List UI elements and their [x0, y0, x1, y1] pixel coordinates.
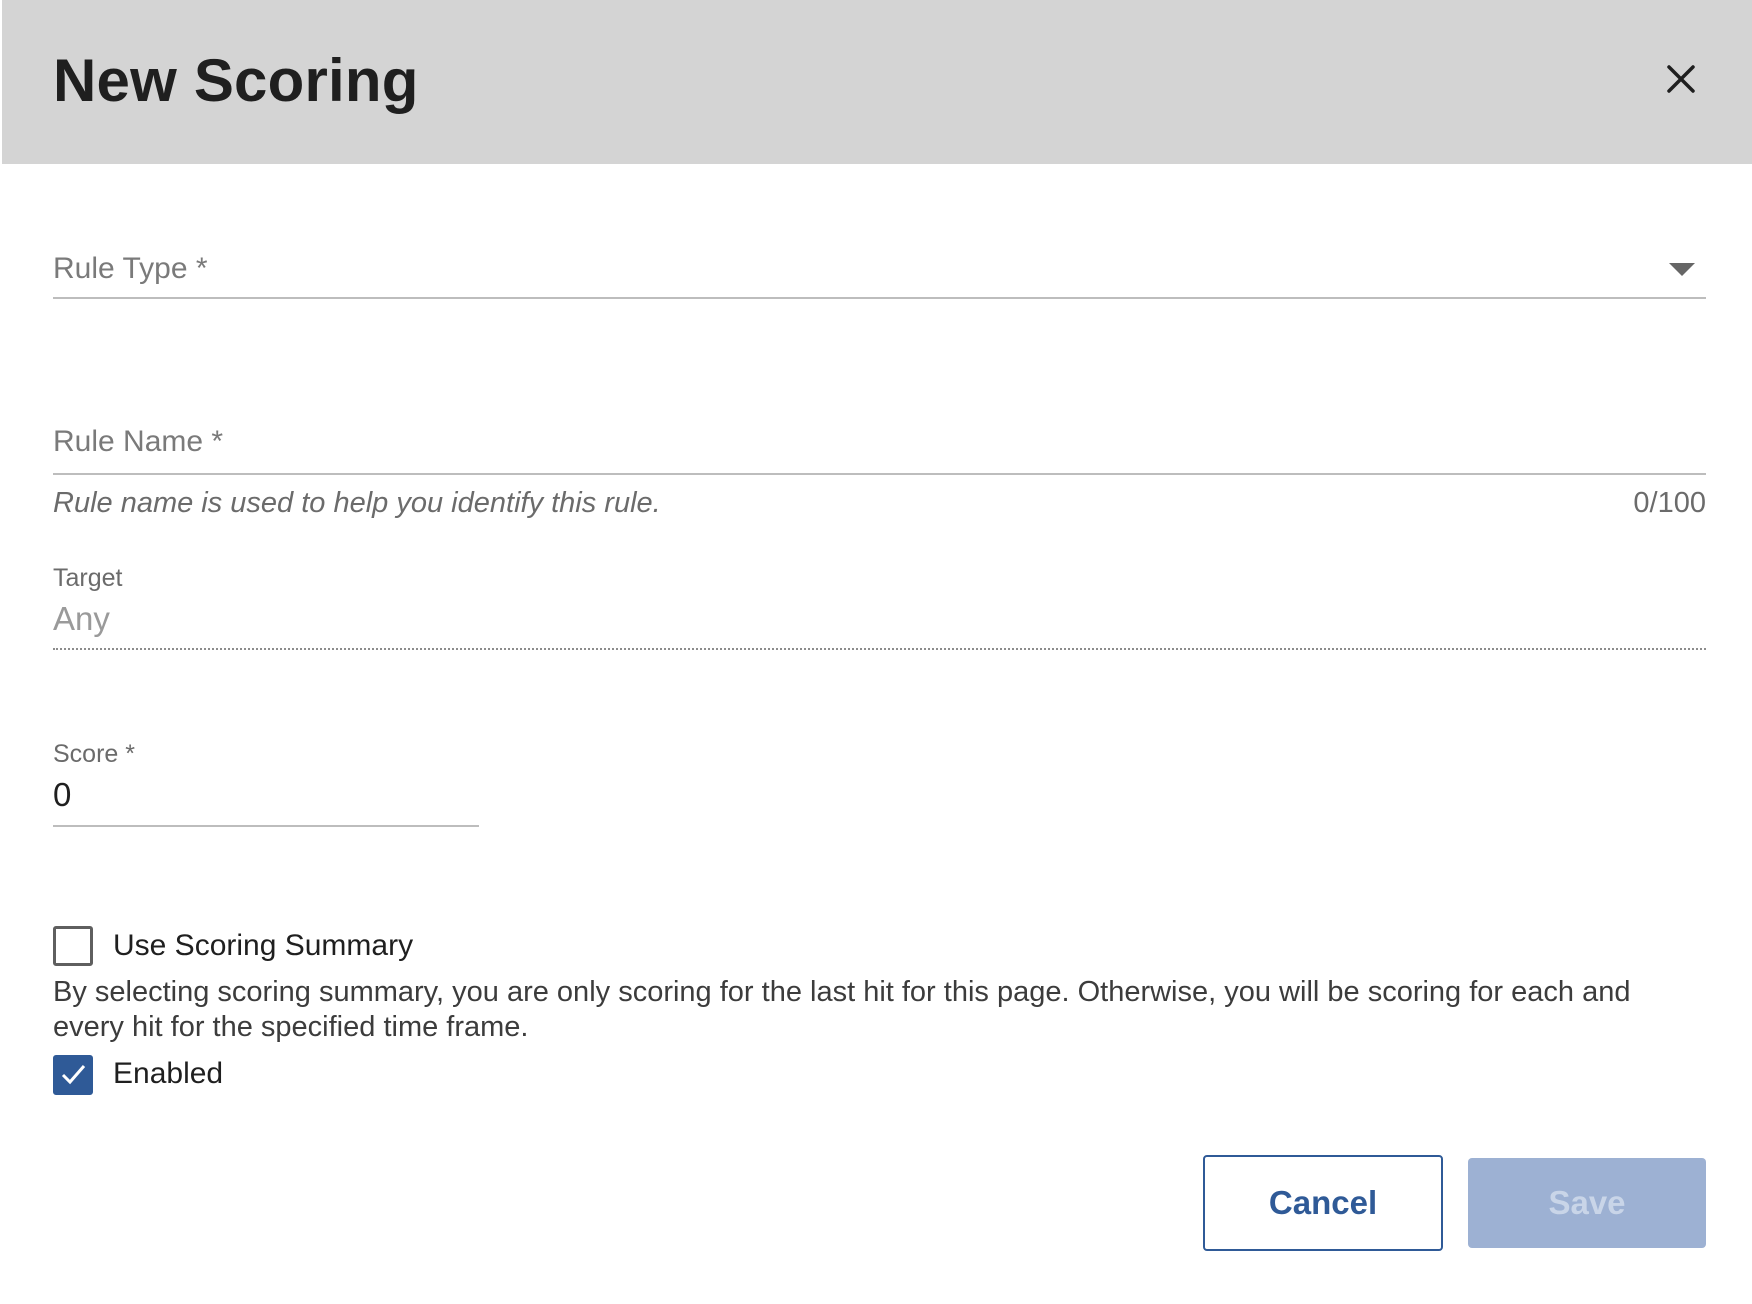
- use-scoring-summary-checkbox[interactable]: [53, 926, 93, 966]
- rule-name-label: Rule Name *: [53, 425, 224, 458]
- target-underline: [53, 648, 1706, 650]
- rule-name-helper-text: Rule name is used to help you identify t…: [53, 487, 661, 519]
- cancel-button[interactable]: Cancel: [1203, 1155, 1443, 1251]
- rule-type-label: Rule Type *: [53, 252, 208, 285]
- score-underline: [53, 825, 479, 827]
- dropdown-arrow-icon[interactable]: [1668, 262, 1696, 278]
- dialog-header: New Scoring: [2, 0, 1752, 164]
- target-label: Target: [53, 564, 123, 592]
- use-scoring-summary-label[interactable]: Use Scoring Summary: [113, 929, 413, 963]
- checkmark-icon: [61, 1065, 86, 1085]
- score-input[interactable]: 0: [53, 776, 71, 814]
- save-button[interactable]: Save: [1468, 1158, 1706, 1248]
- dialog-title: New Scoring: [53, 47, 419, 114]
- enabled-label[interactable]: Enabled: [113, 1057, 223, 1091]
- new-scoring-dialog: New Scoring Rule Type * Rule Name * Rule…: [2, 0, 1752, 1302]
- target-value: Any: [53, 600, 110, 637]
- score-label: Score *: [53, 740, 135, 768]
- rule-name-char-counter: 0/100: [1633, 487, 1706, 519]
- close-icon: [1667, 65, 1695, 93]
- scoring-summary-description: By selecting scoring summary, you are on…: [53, 976, 1631, 1043]
- rule-type-underline: [53, 297, 1706, 299]
- close-button[interactable]: [1656, 54, 1706, 104]
- enabled-checkbox[interactable]: [53, 1055, 93, 1095]
- rule-name-underline: [53, 473, 1706, 475]
